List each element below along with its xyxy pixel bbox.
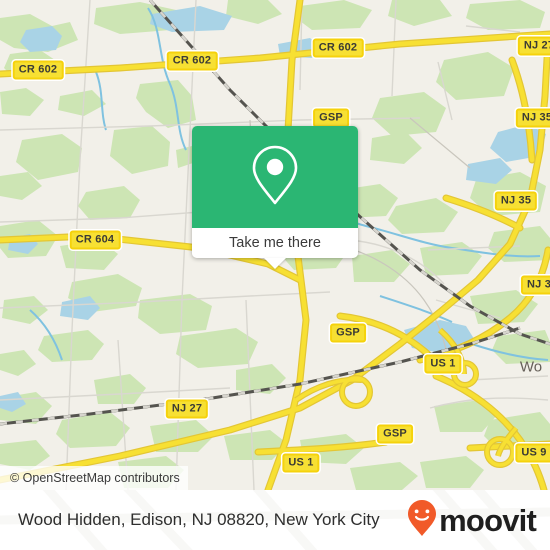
map-pin-icon xyxy=(250,144,300,211)
popup-pointer-triangle xyxy=(264,258,286,269)
take-me-there-button[interactable]: Take me there xyxy=(192,228,358,269)
map-place-label: Wo xyxy=(519,358,543,376)
osm-attribution[interactable]: © OpenStreetMap contributors xyxy=(0,466,188,490)
road-shield-cr-602-mid[interactable]: CR 602 xyxy=(166,51,218,71)
road-shield-nj-27-top[interactable]: NJ 27 xyxy=(517,36,550,56)
road-shield-nj-3[interactable]: NJ 3 xyxy=(520,275,550,295)
location-address: Wood Hidden, Edison, NJ 08820, New York … xyxy=(18,510,380,529)
moovit-brand-logo[interactable]: moovit xyxy=(407,499,537,542)
road-shield-nj-27-bottom[interactable]: NJ 27 xyxy=(165,399,209,419)
road-shield-cr-602-east[interactable]: CR 602 xyxy=(312,38,364,58)
road-shield-gsp-top[interactable]: GSP xyxy=(313,108,349,128)
road-shield-nj-35-mid[interactable]: NJ 35 xyxy=(494,191,538,211)
take-me-there-label: Take me there xyxy=(229,235,321,251)
location-popup-card[interactable]: Take me there xyxy=(192,126,358,269)
road-shield-cr-602-west[interactable]: CR 602 xyxy=(12,60,64,80)
road-shield-gsp-mid[interactable]: GSP xyxy=(330,323,366,343)
road-shield-nj-35-top[interactable]: NJ 35 xyxy=(515,108,550,128)
road-shield-us-9[interactable]: US 9 xyxy=(515,443,550,463)
road-shield-gsp-bottom[interactable]: GSP xyxy=(377,424,413,444)
road-shield-us-1-bottom[interactable]: US 1 xyxy=(282,453,320,473)
bottom-info-bar: Wood Hidden, Edison, NJ 08820, New York … xyxy=(0,490,550,550)
road-shield-cr-604[interactable]: CR 604 xyxy=(69,230,121,250)
moovit-wordmark: moovit xyxy=(439,502,537,538)
popup-icon-area xyxy=(192,126,358,228)
moovit-smiley-pin-icon xyxy=(407,499,437,542)
road-shield-us-1-mid[interactable]: US 1 xyxy=(424,354,462,374)
moovit-map-screenshot: Wo CR 602 CR 602 CR 602 NJ 27 GSP NJ 35 … xyxy=(0,0,550,550)
